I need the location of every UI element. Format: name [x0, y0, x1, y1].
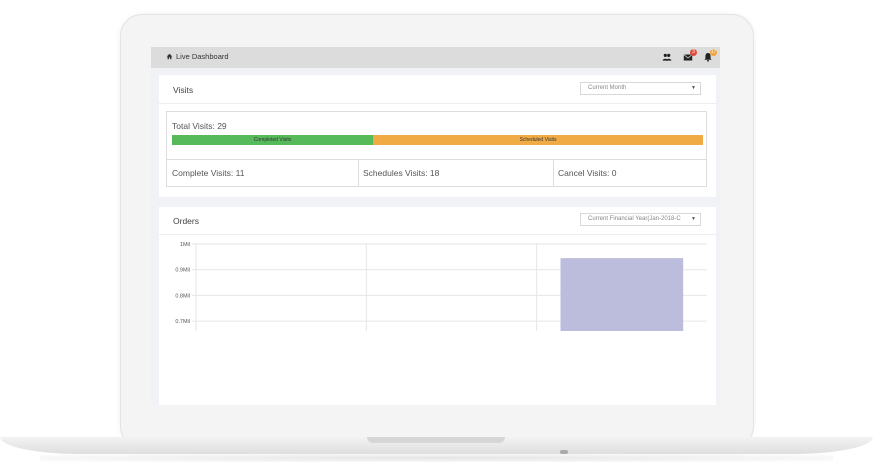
visits-summary: Total Visits: 29 Completed Visits Schedu…: [166, 111, 707, 187]
laptop-shadow: [40, 454, 833, 462]
progress-completed: Completed Visits: [172, 135, 373, 145]
visits-period-select[interactable]: Current Month ▼: [580, 82, 701, 95]
y-tick-label: 0.9Mil: [175, 268, 190, 274]
messages-badge: 3: [690, 49, 697, 56]
laptop-foot: [560, 450, 568, 454]
messages-button[interactable]: 3: [683, 49, 697, 62]
users-button[interactable]: [662, 52, 672, 62]
orders-chart-svg: 1Mil 0.9Mil 0.8Mil 0.7Mil: [175, 242, 707, 331]
screen: Live Dashboard 3 17 Visits Current Month…: [151, 47, 720, 405]
home-icon: [166, 53, 173, 60]
users-icon: [662, 52, 672, 62]
total-visits: Total Visits: 29: [172, 121, 227, 131]
panel-divider: [159, 103, 716, 104]
laptop-notch: [367, 437, 505, 443]
y-tick-label: 1Mil: [180, 242, 190, 248]
cancel-visits: Cancel Visits: 0: [558, 168, 617, 178]
progress-completed-label: Completed Visits: [253, 137, 292, 143]
chart-bar: [560, 258, 684, 331]
scheduled-visits: Schedules Visits: 18: [363, 168, 440, 178]
y-tick-label: 0.8Mil: [175, 293, 190, 299]
notifications-button[interactable]: 17: [703, 49, 717, 62]
visits-progress-bar: Completed Visits Scheduled Visits: [172, 135, 703, 145]
progress-scheduled: Scheduled Visits: [373, 135, 703, 145]
caret-down-icon: ▼: [691, 85, 696, 91]
notifications-badge: 17: [710, 49, 717, 56]
dashboard-title: Live Dashboard: [176, 52, 229, 61]
top-navbar: Live Dashboard 3 17: [151, 47, 720, 68]
orders-chart: 1Mil 0.9Mil 0.8Mil 0.7Mil: [159, 207, 716, 331]
visits-title: Visits: [173, 85, 194, 95]
visits-panel: Visits Current Month ▼ Total Visits: 29 …: [159, 75, 716, 197]
y-tick-label: 0.7Mil: [175, 319, 190, 325]
dashboard-link[interactable]: Live Dashboard: [166, 52, 229, 61]
visits-period-value: Current Month: [588, 85, 627, 91]
progress-scheduled-label: Scheduled Visits: [519, 137, 557, 143]
complete-visits: Complete Visits: 11: [172, 168, 245, 178]
